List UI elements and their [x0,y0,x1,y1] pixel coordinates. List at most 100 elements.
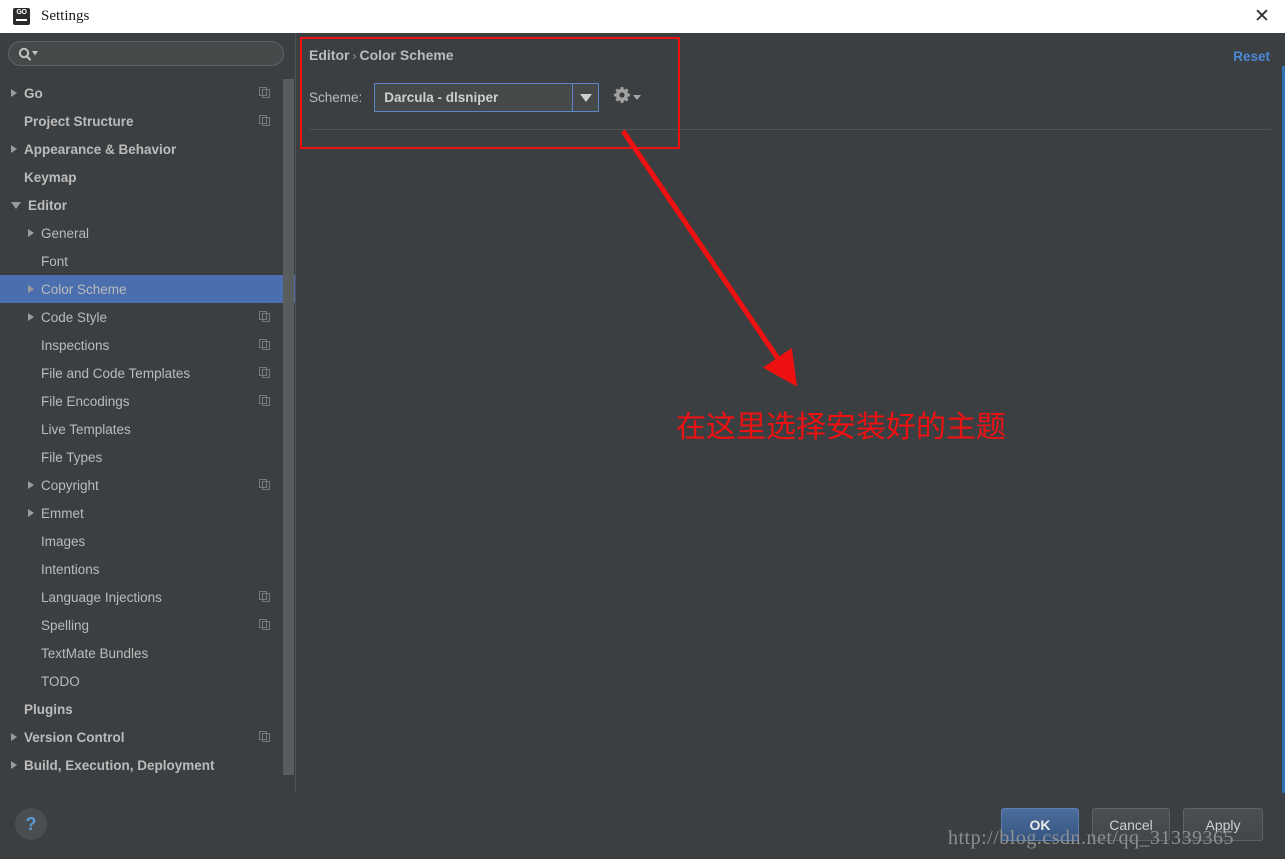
scheme-label: Scheme: [309,90,363,105]
sidebar-item-emmet[interactable]: Emmet [0,499,296,527]
goland-icon [13,8,30,25]
sidebar-scrollbar-thumb[interactable] [283,79,294,779]
copy-settings-icon[interactable] [259,591,271,603]
breadcrumb-separator: › [352,49,357,63]
search-icon [17,47,39,61]
sidebar-item-go[interactable]: Go [0,79,296,107]
chevron-right-icon[interactable] [11,733,17,741]
chevron-right-icon[interactable] [11,89,17,97]
chevron-right-icon[interactable] [28,509,34,517]
sidebar-item-label: Build, Execution, Deployment [24,757,215,773]
sidebar-item-general[interactable]: General [0,219,296,247]
sidebar-item-label: Plugins [24,701,73,717]
help-button[interactable]: ? [15,808,47,840]
sidebar-item-label: Intentions [41,561,100,577]
copy-settings-icon[interactable] [259,115,271,127]
sidebar-item-plugins[interactable]: Plugins [0,695,296,723]
breadcrumb-leaf: Color Scheme [359,47,454,63]
chevron-right-icon[interactable] [11,761,17,769]
sidebar-item-label: Version Control [24,729,125,745]
sidebar-item-language-injections[interactable]: Language Injections [0,583,296,611]
sidebar-item-label: Live Templates [41,421,131,437]
content-divider [309,129,1271,130]
reset-link[interactable]: Reset [1233,49,1270,64]
copy-settings-icon[interactable] [259,731,271,743]
sidebar-item-color-scheme[interactable]: Color Scheme [0,275,296,303]
sidebar-item-label: TextMate Bundles [41,645,149,661]
sidebar-item-intentions[interactable]: Intentions [0,555,296,583]
settings-dialog: Settings ✕ GoProject StructureAppe [0,0,1285,859]
sidebar-item-label: File and Code Templates [41,365,191,381]
sidebar-item-project-structure[interactable]: Project Structure [0,107,296,135]
copy-settings-icon[interactable] [259,395,271,407]
copy-settings-icon[interactable] [259,479,271,491]
copy-settings-icon[interactable] [259,619,271,631]
chevron-right-icon[interactable] [11,145,17,153]
copy-settings-icon[interactable] [259,311,271,323]
sidebar-divider [295,33,296,793]
sidebar-item-inspections[interactable]: Inspections [0,331,296,359]
watermark-text: http://blog.csdn.net/qq_31339365 [948,827,1234,849]
gear-dropdown-caret-icon [633,95,642,100]
sidebar-item-label: Editor [28,197,67,213]
sidebar-item-images[interactable]: Images [0,527,296,555]
search-input[interactable] [39,42,283,65]
settings-tree: Go Project Structure Appearance & Behavior… [0,79,296,779]
sidebar-bottom-fade [0,775,296,793]
chevron-down-icon[interactable] [11,201,21,209]
sidebar-item-file-types[interactable]: File Types [0,443,296,471]
sidebar-item-label: Inspections [41,337,110,353]
gear-icon [613,86,631,109]
scheme-settings-button[interactable] [613,86,642,109]
sidebar-item-file-encodings[interactable]: File Encodings [0,387,296,415]
search-field-wrapper [8,41,284,66]
copy-settings-icon[interactable] [259,367,271,379]
sidebar-item-label: Language Injections [41,589,162,605]
sidebar-item-label: Copyright [41,477,99,493]
chevron-right-icon[interactable] [28,481,34,489]
sidebar-item-live-templates[interactable]: Live Templates [0,415,296,443]
sidebar-item-textmate-bundles[interactable]: TextMate Bundles [0,639,296,667]
sidebar-item-code-style[interactable]: Code Style [0,303,296,331]
chevron-right-icon[interactable] [28,313,34,321]
chevron-right-icon[interactable] [28,229,34,237]
window-title: Settings [41,8,90,24]
chevron-right-icon[interactable] [28,285,34,293]
sidebar-item-copyright[interactable]: Copyright [0,471,296,499]
close-icon[interactable]: ✕ [1239,0,1285,33]
sidebar-item-version-control[interactable]: Version Control [0,723,296,751]
sidebar-item-appearance-behavior[interactable]: Appearance & Behavior [0,135,296,163]
sidebar-item-label: File Encodings [41,393,130,409]
sidebar-item-editor[interactable]: Editor [0,191,296,219]
title-bar: Settings ✕ [0,0,1285,33]
chevron-down-icon[interactable] [572,84,598,111]
breadcrumb-root[interactable]: Editor [309,47,349,63]
sidebar-item-label: Appearance & Behavior [24,141,177,157]
sidebar-item-label: Color Scheme [41,281,127,297]
sidebar-item-keymap[interactable]: Keymap [0,163,296,191]
sidebar-item-label: Font [41,253,69,269]
breadcrumb: Editor › Color Scheme [309,47,454,63]
annotation-text: 在这里选择安装好的主题 [676,410,1006,445]
search-box[interactable] [8,41,284,66]
sidebar-item-label: Project Structure [24,113,134,129]
sidebar-scrollbar[interactable] [283,79,294,779]
copy-settings-icon[interactable] [259,339,271,351]
sidebar-item-label: TODO [41,673,80,689]
dialog-body: Go Project Structure Appearance & Behavior… [0,33,1285,859]
settings-sidebar: Go Project Structure Appearance & Behavior… [0,33,296,793]
sidebar-item-label: Keymap [24,169,77,185]
copy-settings-icon[interactable] [259,87,271,99]
sidebar-item-font[interactable]: Font [0,247,296,275]
sidebar-item-todo[interactable]: TODO [0,667,296,695]
sidebar-item-label: File Types [41,449,103,465]
sidebar-item-label: Images [41,533,86,549]
scheme-combobox[interactable]: Darcula - dlsniper [374,83,600,112]
sidebar-item-label: Code Style [41,309,108,325]
sidebar-item-file-and-code-templates[interactable]: File and Code Templates [0,359,296,387]
sidebar-item-label: Emmet [41,505,84,521]
scheme-combobox-value[interactable]: Darcula - dlsniper [375,84,572,111]
sidebar-item-label: General [41,225,90,241]
sidebar-item-label: Spelling [41,617,90,633]
sidebar-item-spelling[interactable]: Spelling [0,611,296,639]
